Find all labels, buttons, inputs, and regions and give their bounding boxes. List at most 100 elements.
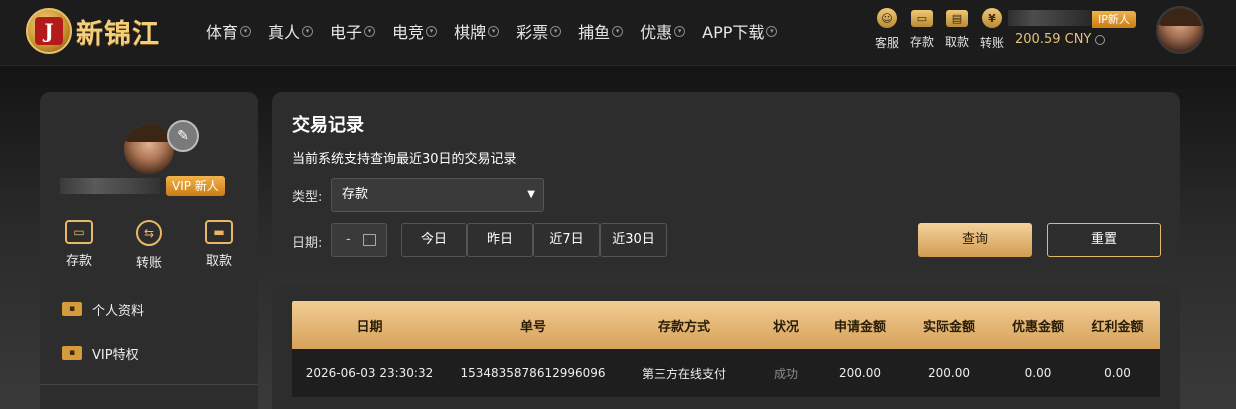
cell-deposit-method: 第三方在线支付 xyxy=(641,366,726,381)
header-tools: ☺ 客服 ▭ 存款 ▤ 取款 ¥ 转账 xyxy=(872,8,1012,51)
tool-label: 取款 xyxy=(944,35,969,49)
nav-item-fishing[interactable]: 捕鱼 ▾ xyxy=(578,19,624,43)
tool-customer-service[interactable]: ☺ 客服 xyxy=(872,8,902,51)
edit-profile-icon[interactable]: ✎ xyxy=(167,120,199,152)
page-title: 交易记录 xyxy=(292,115,364,136)
username-redacted xyxy=(1008,10,1092,26)
nav-item-promotions[interactable]: 优惠 ▾ xyxy=(640,19,686,43)
withdraw-icon: ▤ xyxy=(946,10,968,27)
cell-actual-amount: 200.00 xyxy=(928,366,970,380)
chevron-down-icon: ▾ xyxy=(674,25,686,37)
records-table-panel: 日期 单号 存款方式 状况 申请金额 实际金额 优惠金额 红利金额 2026-0… xyxy=(272,286,1180,409)
cell-discount-amount: 0.00 xyxy=(1024,366,1052,380)
action-label: 取款 xyxy=(205,254,232,269)
balance-value: 200.59 CNY xyxy=(1015,32,1092,47)
sidebar-divider xyxy=(40,384,258,385)
transfer-icon: ¥ xyxy=(982,8,1002,28)
wallet-icon: ▭ xyxy=(911,10,933,27)
nav-item-sports[interactable]: 体育 ▾ xyxy=(206,19,252,43)
nav-item-esports[interactable]: 电竞 ▾ xyxy=(392,19,438,43)
range-today-button[interactable]: 今日 xyxy=(401,223,467,257)
chevron-down-icon: ▾ xyxy=(240,25,252,37)
nav-label: 优惠 xyxy=(640,23,673,42)
calendar-icon xyxy=(363,234,376,246)
logo-mark: J xyxy=(35,17,63,45)
reset-button[interactable]: 重置 xyxy=(1047,223,1161,257)
sidebar-item-label: VIP特权 xyxy=(92,347,139,363)
cell-bonus-amount: 0.00 xyxy=(1104,366,1131,380)
chevron-down-icon: ▾ xyxy=(766,25,778,37)
refresh-icon[interactable] xyxy=(1095,34,1106,45)
nav-label: 电竞 xyxy=(392,23,425,42)
balance: 200.59 CNY xyxy=(1015,32,1106,47)
column-header: 存款方式 xyxy=(657,319,710,335)
quick-actions: ▭ 存款 ⇆ 转账 ▬ 取款 xyxy=(54,220,244,271)
tool-label: 转账 xyxy=(979,36,1004,50)
nav-label: 电子 xyxy=(330,23,363,42)
cell-requested-amount: 200.00 xyxy=(839,366,881,380)
tool-withdraw[interactable]: ▤ 取款 xyxy=(942,8,972,51)
tool-label: 存款 xyxy=(909,35,934,49)
action-label: 转账 xyxy=(135,256,162,271)
account-summary[interactable]: IP新人 200.59 CNY xyxy=(1008,10,1136,50)
nav-item-live[interactable]: 真人 ▾ xyxy=(268,19,314,43)
cell-order-number: 1534835878612996096 xyxy=(460,366,606,380)
nav-item-slots[interactable]: 电子 ▾ xyxy=(330,19,376,43)
cell-status: 成功 xyxy=(773,366,798,381)
action-transfer[interactable]: ⇆ 转账 xyxy=(124,220,174,271)
wallet-icon: ▭ xyxy=(65,220,93,244)
action-deposit[interactable]: ▭ 存款 xyxy=(54,220,104,271)
range-yesterday-button[interactable]: 昨日 xyxy=(467,223,533,257)
table-row[interactable]: 2026-06-03 23:30:32 1534835878612996096 … xyxy=(292,349,1160,397)
sidebar-item-vip[interactable]: ▪ VIP特权 xyxy=(62,342,242,364)
sidebar-item-profile[interactable]: ▪ 个人资料 xyxy=(62,298,242,320)
tool-transfer[interactable]: ¥ 转账 xyxy=(977,8,1007,51)
chevron-down-icon: ▼ xyxy=(527,189,535,200)
nav-label: 棋牌 xyxy=(454,23,487,42)
nav-item-app-download[interactable]: APP下载 ▾ xyxy=(702,19,778,43)
tool-label: 客服 xyxy=(874,36,899,50)
nav-label: APP下载 xyxy=(702,23,765,42)
logo-badge-icon: J xyxy=(26,8,72,54)
avatar[interactable] xyxy=(1156,6,1204,54)
table-header: 日期 单号 存款方式 状况 申请金额 实际金额 优惠金额 红利金额 xyxy=(292,301,1160,349)
nav-item-cards[interactable]: 棋牌 ▾ xyxy=(454,19,500,43)
column-header: 单号 xyxy=(519,319,546,335)
date-range-input[interactable]: - xyxy=(331,223,387,257)
profile-vip-badge: VIP 新人 xyxy=(166,176,225,196)
chevron-down-icon: ▾ xyxy=(488,25,500,37)
column-header: 优惠金额 xyxy=(1011,319,1064,335)
date-label: 日期: xyxy=(292,236,323,251)
chevron-down-icon: ▾ xyxy=(302,25,314,37)
action-withdraw[interactable]: ▬ 取款 xyxy=(194,220,244,271)
type-select[interactable]: 存款 ▼ xyxy=(331,178,544,212)
card-icon: ▬ xyxy=(205,220,233,244)
column-header: 状况 xyxy=(772,319,799,335)
main-nav: 体育 ▾ 真人 ▾ 电子 ▾ 电竞 ▾ 棋牌 ▾ 彩票 ▾ 捕鱼 ▾ 优惠 ▾ APP下载 ▾ xyxy=(206,19,794,43)
query-button[interactable]: 查询 xyxy=(918,223,1032,257)
action-label: 存款 xyxy=(65,254,92,269)
nav-item-lottery[interactable]: 彩票 ▾ xyxy=(516,19,562,43)
nav-label: 体育 xyxy=(206,23,239,42)
cell-date: 2026-06-03 23:30:32 xyxy=(305,366,434,380)
customer-service-icon: ☺ xyxy=(877,8,897,28)
chevron-down-icon: ▾ xyxy=(550,25,562,37)
tool-deposit[interactable]: ▭ 存款 xyxy=(907,8,937,51)
id-card-icon: ▪ xyxy=(62,302,82,316)
page-subtitle: 当前系统支持查询最近30日的交易记录 xyxy=(292,152,517,167)
brand-logo[interactable]: J 新锦江 xyxy=(26,6,160,56)
vip-badge: IP新人 xyxy=(1092,11,1136,28)
sidebar-item-label: 个人资料 xyxy=(92,303,145,319)
range-7days-button[interactable]: 近7日 xyxy=(533,223,600,257)
brand-name: 新锦江 xyxy=(76,18,160,50)
profile-username-redacted xyxy=(60,178,160,194)
range-30days-button[interactable]: 近30日 xyxy=(600,223,667,257)
column-header: 实际金额 xyxy=(922,319,975,335)
column-header: 红利金额 xyxy=(1091,319,1144,335)
avatar-hair xyxy=(1158,8,1202,26)
chevron-down-icon: ▾ xyxy=(426,25,438,37)
account-sidebar: ✎ VIP 新人 ▭ 存款 ⇆ 转账 ▬ 取款 ▪ 个人资料 ▪ VIP特权 xyxy=(40,92,258,409)
sidebar-menu: ▪ 个人资料 ▪ VIP特权 xyxy=(62,298,242,386)
transfer-icon: ⇆ xyxy=(136,220,162,246)
column-header: 日期 xyxy=(356,319,383,335)
